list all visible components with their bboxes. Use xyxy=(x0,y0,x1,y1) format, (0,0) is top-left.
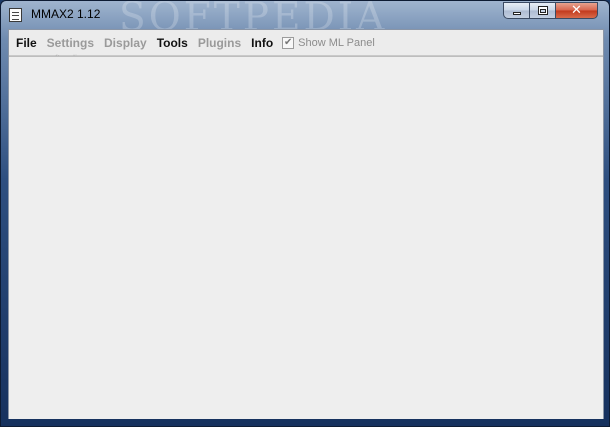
app-icon[interactable] xyxy=(9,8,22,22)
maximize-button[interactable] xyxy=(529,2,555,19)
menu-file[interactable]: File xyxy=(11,30,42,56)
window-title: MMAX2 1.12 xyxy=(31,7,101,21)
show-ml-panel-label[interactable]: Show ML Panel xyxy=(298,37,375,49)
menu-plugins[interactable]: Plugins xyxy=(193,30,246,56)
caption-buttons: ✕ xyxy=(503,2,598,22)
app-window: SOFTPEDIA SOFTPEDIA MMAX2 1.12 ✕ File Se… xyxy=(0,0,610,427)
show-ml-panel-checkbox[interactable]: ✔ xyxy=(282,36,295,49)
close-button[interactable]: ✕ xyxy=(555,2,598,19)
main-panel xyxy=(9,56,603,419)
show-ml-panel-toggle[interactable]: ✔ Show ML Panel xyxy=(282,36,375,49)
menu-info[interactable]: Info xyxy=(246,30,278,56)
minimize-button[interactable] xyxy=(503,2,529,19)
client-area: File Settings Display Tools Plugins Info… xyxy=(8,29,604,419)
menu-settings[interactable]: Settings xyxy=(42,30,99,56)
menu-display[interactable]: Display xyxy=(99,30,152,56)
title-bar[interactable]: SOFTPEDIA SOFTPEDIA MMAX2 1.12 ✕ xyxy=(1,1,609,63)
menu-tools[interactable]: Tools xyxy=(152,30,193,56)
